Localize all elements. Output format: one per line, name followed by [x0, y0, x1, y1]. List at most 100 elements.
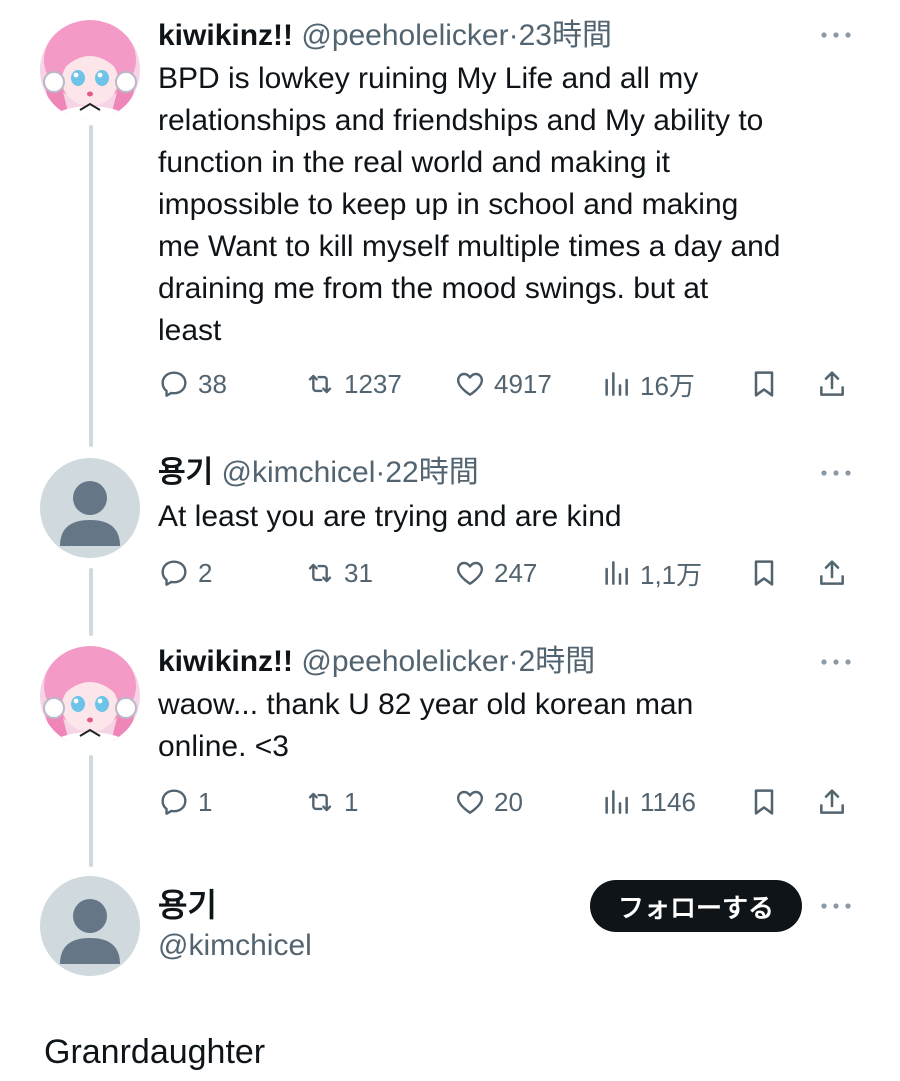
repost-button[interactable]: 1237	[304, 366, 402, 402]
reply-count: 1	[198, 786, 213, 817]
repost-count: 31	[344, 557, 373, 588]
repost-icon	[308, 792, 332, 812]
bookmark-icon	[754, 560, 774, 586]
like-count: 247	[494, 557, 538, 588]
tweet-text: waow... thank U 82 year old korean man o…	[158, 684, 878, 768]
reply-icon	[161, 560, 187, 586]
heart-icon	[456, 561, 484, 585]
view-count: 16万	[640, 370, 695, 401]
reply-icon	[161, 371, 187, 397]
more-button[interactable]	[818, 655, 854, 669]
repost-count: 1237	[344, 368, 402, 399]
view-count: 1,1万	[640, 559, 703, 590]
repost-icon	[308, 374, 332, 394]
tweet-text-line: draining me from the mood swings. but at	[158, 272, 709, 305]
tweet-actions: 1 1 20 1146	[158, 784, 858, 820]
tweet-text-line: impossible to keep up in school and maki…	[158, 188, 739, 221]
bookmark-button[interactable]	[748, 366, 780, 402]
tweet-text-line: least	[158, 314, 222, 347]
separator: ·	[508, 19, 519, 52]
more-icon	[821, 32, 851, 38]
avatar[interactable]	[40, 646, 140, 746]
separator: ·	[375, 456, 386, 489]
tweet-actions: 2 31 247 1,1万	[158, 555, 858, 591]
share-button[interactable]	[816, 555, 848, 591]
more-button[interactable]	[818, 466, 854, 480]
tweet-text-line: At least you are trying and are kind	[158, 500, 622, 533]
thread-connector-line	[89, 568, 93, 636]
views-button[interactable]: 1,1万	[600, 555, 702, 591]
more-button[interactable]	[818, 28, 854, 42]
timestamp[interactable]: 23時間	[519, 19, 612, 52]
like-button[interactable]: 20	[454, 784, 523, 820]
timestamp[interactable]: 2時間	[519, 645, 596, 678]
repost-icon	[308, 563, 332, 583]
bookmark-icon	[754, 371, 774, 397]
default-profile-avatar-icon	[40, 876, 140, 976]
reply-button[interactable]: 1	[158, 784, 212, 820]
user-handle[interactable]: @peeholelicker	[301, 645, 508, 678]
more-icon	[821, 903, 851, 909]
tweet-text: At least you are trying and are kind	[158, 496, 878, 538]
bookmark-button[interactable]	[748, 555, 780, 591]
thread-connector-line	[89, 755, 93, 867]
tweet-text-line: relationships and friendships and My abi…	[158, 104, 764, 137]
more-icon	[821, 470, 851, 476]
display-name[interactable]: kiwikinz!!	[158, 19, 293, 52]
more-button[interactable]	[818, 899, 854, 913]
profile-handle[interactable]: @kimchicel	[158, 928, 312, 964]
like-count: 4917	[494, 368, 552, 399]
repost-button[interactable]: 1	[304, 784, 358, 820]
share-icon	[820, 789, 844, 814]
views-icon	[605, 790, 628, 814]
user-handle[interactable]: @kimchicel	[222, 456, 376, 489]
views-icon	[605, 561, 628, 585]
avatar[interactable]	[40, 876, 140, 976]
caption-text: Granrdaughter	[44, 1033, 266, 1071]
separator: ·	[508, 645, 519, 678]
reply-count: 2	[198, 557, 213, 588]
bookmark-button[interactable]	[748, 784, 780, 820]
views-button[interactable]: 16万	[600, 366, 695, 402]
timestamp[interactable]: 22時間	[385, 456, 478, 489]
view-count: 1146	[640, 786, 696, 817]
reply-icon	[161, 789, 187, 815]
like-button[interactable]: 247	[454, 555, 537, 591]
share-button[interactable]	[816, 784, 848, 820]
like-button[interactable]: 4917	[454, 366, 552, 402]
tweet-header: kiwikinz!! @peeholelicker·23時間	[158, 18, 612, 54]
tweet-text-line: function in the real world and making it	[158, 146, 670, 179]
anime-girl-avatar-icon	[40, 20, 140, 120]
more-icon	[821, 659, 851, 665]
default-profile-avatar-icon	[40, 458, 140, 558]
anime-girl-avatar-icon	[40, 646, 140, 746]
tweet-text-line: waow... thank U 82 year old korean man	[158, 688, 694, 721]
like-count: 20	[494, 786, 523, 817]
tweet-text: BPD is lowkey ruining My Life and all my…	[158, 58, 878, 352]
tweet-text-line: me Want to kill myself multiple times a …	[158, 230, 781, 263]
bookmark-icon	[754, 789, 774, 815]
reply-count: 38	[198, 368, 227, 399]
user-handle[interactable]: @peeholelicker	[301, 19, 508, 52]
share-icon	[820, 371, 844, 396]
tweet-text-line: online. <3	[158, 730, 289, 763]
tweet-header: 용기 @kimchicel·22時間	[158, 455, 479, 491]
thread-connector-line	[89, 125, 93, 447]
repost-count: 1	[344, 786, 359, 817]
avatar[interactable]	[40, 20, 140, 120]
profile-display-name[interactable]: 용기	[158, 886, 217, 924]
tweet-actions: 38 1237 4917 16万	[158, 366, 858, 402]
follow-button[interactable]: フォローする	[590, 880, 802, 932]
display-name[interactable]: 용기	[158, 456, 213, 489]
views-button[interactable]: 1146	[600, 784, 696, 820]
avatar[interactable]	[40, 458, 140, 558]
heart-icon	[456, 372, 484, 396]
repost-button[interactable]: 31	[304, 555, 373, 591]
share-icon	[820, 560, 844, 585]
tweet-text-line: BPD is lowkey ruining My Life and all my	[158, 62, 699, 95]
display-name[interactable]: kiwikinz!!	[158, 645, 293, 678]
reply-button[interactable]: 2	[158, 555, 212, 591]
tweet-header: kiwikinz!! @peeholelicker·2時間	[158, 644, 595, 680]
reply-button[interactable]: 38	[158, 366, 227, 402]
share-button[interactable]	[816, 366, 848, 402]
